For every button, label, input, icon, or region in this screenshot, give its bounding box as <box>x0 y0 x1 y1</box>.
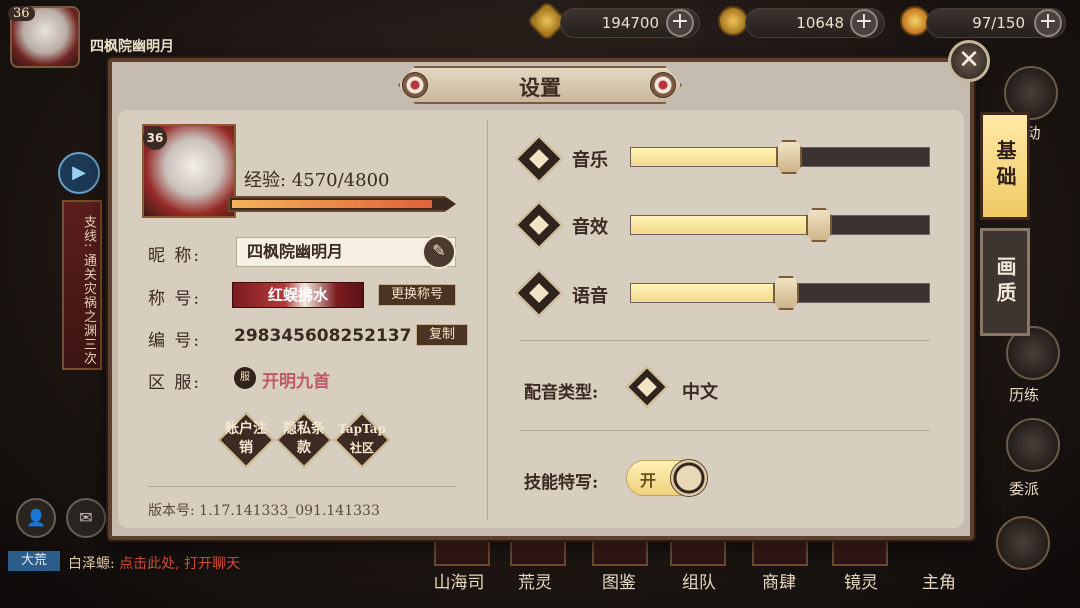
panel-divider <box>487 120 488 520</box>
audio-divider <box>520 340 930 341</box>
menu-emblem-icon[interactable] <box>996 516 1050 570</box>
chat-channel-tag[interactable]: 大荒 <box>8 551 60 571</box>
bottom-nav-shanhai[interactable]: 山海司 <box>424 568 494 593</box>
voice-label: 语音 <box>572 286 608 307</box>
mail-icon[interactable]: ✉ <box>66 498 106 538</box>
close-button[interactable]: ✕ <box>948 40 990 82</box>
profile-divider <box>148 486 456 487</box>
delete-account-button[interactable]: 账户注销 <box>217 411 275 469</box>
tab-basic[interactable]: 基础 <box>980 112 1030 220</box>
voice-type-value: 中文 <box>682 382 718 403</box>
dispatch-icon[interactable] <box>1006 418 1060 472</box>
settings-title: 设置 <box>519 75 561 100</box>
copy-id-button[interactable]: 复制 <box>416 324 468 346</box>
right-nav-training: 历练 <box>1008 386 1039 404</box>
exp-label: 经验: 4570/4800 <box>244 170 390 191</box>
chat-preview[interactable]: 白泽螈: 点击此处, 打开聊天 <box>68 553 240 573</box>
nickname-label: 昵 称: <box>148 246 202 266</box>
taptap-community-label: TapTap社区 <box>338 422 386 455</box>
right-nav-dispatch: 委派 <box>1008 480 1039 498</box>
skill-closeup-toggle-text: 开 <box>640 471 657 490</box>
bottom-nav-team[interactable]: 组队 <box>664 568 734 593</box>
voice-type-label: 配音类型: <box>524 383 599 403</box>
server-name: 开明九首 <box>262 372 330 392</box>
music-slider-knob[interactable] <box>776 140 802 174</box>
friends-icon[interactable]: 👤 <box>16 498 56 538</box>
bottom-nav-codex[interactable]: 图鉴 <box>584 568 654 593</box>
tab-graphics[interactable]: 画质 <box>980 228 1030 336</box>
title-label: 称 号: <box>148 289 202 309</box>
exp-bar-fill <box>232 200 432 208</box>
bottom-nav-mirror[interactable]: 镜灵 <box>826 568 896 593</box>
delete-account-label: 账户注销 <box>225 421 267 456</box>
add-currency-2-button[interactable]: + <box>850 9 878 37</box>
player-name-mini: 四枫院幽明月 <box>90 39 174 55</box>
player-level-badge: 36 <box>143 126 167 150</box>
voice-slider-knob[interactable] <box>773 276 799 310</box>
chat-message: 点击此处, 打开聊天 <box>119 556 241 572</box>
id-label: 编 号: <box>148 331 202 351</box>
sfx-slider-fill <box>631 216 819 234</box>
server-icon: 服 <box>234 367 256 389</box>
sfx-label: 音效 <box>572 217 608 238</box>
privacy-policy-button[interactable]: 隐私条款 <box>275 411 333 469</box>
add-stamina-button[interactable]: + <box>1034 9 1062 37</box>
version-text: 版本号: 1.17.141333_091.141333 <box>148 503 380 519</box>
bottom-nav-hero[interactable]: 主角 <box>904 568 974 593</box>
music-slider-fill <box>631 148 789 166</box>
add-currency-1-button[interactable]: + <box>666 9 694 37</box>
bottom-nav-huangling[interactable]: 荒灵 <box>500 568 570 593</box>
gear-currency-icon <box>718 6 748 36</box>
player-level-mini: 36 <box>8 6 35 21</box>
taptap-community-button[interactable]: TapTap社区 <box>333 411 391 469</box>
player-title-badge: 红蜈拂水 <box>232 282 364 308</box>
chat-speaker: 白泽螈: <box>68 556 115 572</box>
side-quest-text: 支线: 通关灾祸之渊三次 <box>81 215 96 366</box>
edit-nickname-button[interactable]: ✎ <box>422 235 456 269</box>
bottom-nav-shop[interactable]: 商肆 <box>744 568 814 593</box>
skill-closeup-toggle-knob[interactable] <box>670 459 708 497</box>
voice-divider <box>520 430 930 431</box>
change-title-button[interactable]: 更换称号 <box>378 284 456 306</box>
skill-closeup-label: 技能特写: <box>524 473 599 493</box>
privacy-policy-label: 隐私条款 <box>283 421 325 456</box>
play-icon[interactable]: ▶ <box>58 152 100 194</box>
voice-slider-fill <box>631 284 786 302</box>
music-label: 音乐 <box>572 150 608 171</box>
sfx-slider-knob[interactable] <box>806 208 832 242</box>
player-id: 298345608252137 <box>234 326 412 346</box>
server-label: 区 服: <box>148 373 202 393</box>
